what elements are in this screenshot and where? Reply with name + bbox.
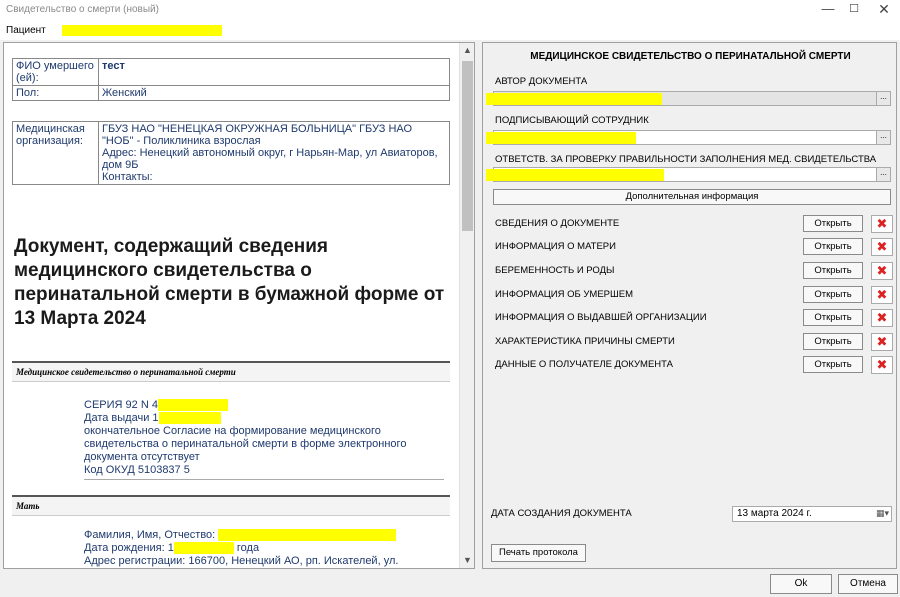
section-label: ХАРАКТЕРИСТИКА ПРИЧИНЫ СМЕРТИ — [495, 336, 675, 347]
delete-icon[interactable]: ✖ — [871, 215, 893, 233]
mother-name-line: Фамилия, Имя, Отчество: — [84, 529, 444, 542]
open-button[interactable]: Открыть — [803, 333, 863, 350]
author-field[interactable]: ... — [486, 91, 891, 106]
scroll-up-icon[interactable]: ▲ — [460, 43, 474, 58]
creation-date-value: 13 марта 2024 г. — [737, 508, 812, 519]
scroll-down-icon[interactable]: ▼ — [460, 553, 474, 568]
form-panel: МЕДИЦИНСКОЕ СВИДЕТЕЛЬСТВО О ПЕРИНАТАЛЬНО… — [482, 42, 897, 569]
organization-name: ГБУЗ НАО "НЕНЕЦКАЯ ОКРУЖНАЯ БОЛЬНИЦА" ГБ… — [102, 123, 413, 147]
form-title: МЕДИЦИНСКОЕ СВИДЕТЕЛЬСТВО О ПЕРИНАТАЛЬНО… — [530, 51, 851, 62]
section-label: ИНФОРМАЦИЯ ОБ УМЕРШЕМ — [495, 289, 633, 300]
section-row-mother-info: ИНФОРМАЦИЯ О МАТЕРИ Открыть ✖ — [495, 238, 895, 256]
open-button[interactable]: Открыть — [803, 238, 863, 255]
additional-info-button[interactable]: Дополнительная информация — [493, 189, 891, 205]
section-title-certificate: Медицинское свидетельство о перинатально… — [12, 361, 450, 382]
document-viewer[interactable]: ФИО умершего (ей): тест Пол: Женский Мед… — [3, 42, 475, 569]
responsible-field[interactable]: ... — [486, 167, 891, 182]
close-icon[interactable]: ✕ — [866, 0, 900, 20]
section-title-mother: Мать — [12, 495, 450, 516]
signer-redacted — [486, 132, 636, 144]
signer-label: ПОДПИСЫВАЮЩИЙ СОТРУДНИК — [495, 115, 649, 126]
deceased-info-table: ФИО умершего (ей): тест Пол: Женский — [12, 58, 450, 101]
open-button[interactable]: Открыть — [803, 215, 863, 232]
section-label: ИНФОРМАЦИЯ О ВЫДАВШЕЙ ОРГАНИЗАЦИИ — [495, 312, 707, 323]
section-row-deceased-info: ИНФОРМАЦИЯ ОБ УМЕРШЕМ Открыть ✖ — [495, 286, 895, 304]
mother-block: Фамилия, Имя, Отчество: Дата рождения: 1… — [84, 529, 444, 568]
delete-icon[interactable]: ✖ — [871, 356, 893, 374]
creation-date-picker[interactable]: 13 марта 2024 г. ▦▾ — [732, 506, 892, 522]
section-label: ДАННЫЕ О ПОЛУЧАТЕЛЕ ДОКУМЕНТА — [495, 359, 673, 370]
open-button[interactable]: Открыть — [803, 309, 863, 326]
sex-key: Пол: — [12, 85, 99, 101]
organization-contacts: Контакты: — [102, 171, 153, 183]
author-redacted — [486, 93, 662, 105]
consent-text: окончательное Согласие на формирование м… — [84, 425, 407, 463]
section-label: БЕРЕМЕННОСТЬ И РОДЫ — [495, 265, 615, 276]
okud-code: Код ОКУД 5103837 5 — [84, 464, 190, 476]
section-row-document-info: СВЕДЕНИЯ О ДОКУМЕНТЕ Открыть ✖ — [495, 215, 895, 233]
calendar-dropdown-icon[interactable]: ▦▾ — [876, 508, 889, 519]
open-button[interactable]: Открыть — [803, 286, 863, 303]
deceased-name-key: ФИО умершего (ей): — [12, 58, 99, 86]
title-bar: Свидетельство о смерти (новый) — ☐ ✕ — [0, 0, 900, 20]
table-row: Пол: Женский — [12, 85, 450, 101]
patient-name-redacted — [62, 25, 222, 36]
delete-icon[interactable]: ✖ — [871, 333, 893, 351]
author-browse-button[interactable]: ... — [876, 92, 890, 105]
section-row-death-cause: ХАРАКТЕРИСТИКА ПРИЧИНЫ СМЕРТИ Открыть ✖ — [495, 333, 895, 351]
section-row-pregnancy: БЕРЕМЕННОСТЬ И РОДЫ Открыть ✖ — [495, 262, 895, 280]
table-row: ФИО умершего (ей): тест — [12, 58, 450, 86]
document-scrollbar[interactable]: ▲ ▼ — [459, 43, 474, 568]
print-protocol-button[interactable]: Печать протокола — [491, 544, 586, 562]
creation-date-label: ДАТА СОЗДАНИЯ ДОКУМЕНТА — [491, 508, 632, 519]
patient-label: Пациент — [6, 25, 46, 36]
sex-value: Женский — [98, 85, 450, 101]
organization-key: Медицинская организация: — [12, 121, 99, 185]
table-row: Медицинская организация: ГБУЗ НАО "НЕНЕЦ… — [12, 121, 450, 185]
mother-address-line: Адрес регистрации: 166700, Ненецкий АО, … — [84, 555, 399, 567]
signer-field[interactable]: ... — [486, 130, 891, 145]
responsible-label: ОТВЕТСТВ. ЗА ПРОВЕРКУ ПРАВИЛЬНОСТИ ЗАПОЛ… — [495, 154, 877, 165]
ok-button[interactable]: Ok — [770, 574, 832, 594]
open-button[interactable]: Открыть — [803, 356, 863, 373]
delete-icon[interactable]: ✖ — [871, 309, 893, 327]
delete-icon[interactable]: ✖ — [871, 262, 893, 280]
issue-date-line: Дата выдачи 1 — [84, 412, 444, 425]
deceased-name-value: тест — [98, 58, 450, 86]
document-heading: Документ, содержащий сведения медицинско… — [14, 236, 445, 329]
document-content: ФИО умершего (ей): тест Пол: Женский Мед… — [4, 43, 459, 568]
signer-browse-button[interactable]: ... — [876, 131, 890, 144]
open-button[interactable]: Открыть — [803, 262, 863, 279]
delete-icon[interactable]: ✖ — [871, 286, 893, 304]
window-title: Свидетельство о смерти (новый) — [6, 4, 159, 15]
organization-table: Медицинская организация: ГБУЗ НАО "НЕНЕЦ… — [12, 121, 450, 185]
certificate-block: СЕРИЯ 92 N 4 Дата выдачи 1 окончательное… — [84, 399, 444, 480]
organization-value: ГБУЗ НАО "НЕНЕЦКАЯ ОКРУЖНАЯ БОЛЬНИЦА" ГБ… — [98, 121, 450, 185]
author-label: АВТОР ДОКУМЕНТА — [495, 76, 588, 87]
section-label: СВЕДЕНИЯ О ДОКУМЕНТЕ — [495, 218, 620, 229]
cancel-button[interactable]: Отмена — [838, 574, 898, 594]
series-line: СЕРИЯ 92 N 4 — [84, 399, 444, 412]
responsible-browse-button[interactable]: ... — [876, 168, 890, 181]
scroll-thumb[interactable] — [462, 61, 473, 231]
section-label: ИНФОРМАЦИЯ О МАТЕРИ — [495, 241, 616, 252]
delete-icon[interactable]: ✖ — [871, 238, 893, 256]
organization-address: Адрес: Ненецкий автономный округ, г Нарь… — [102, 147, 438, 171]
patient-bar: Пациент — [0, 20, 900, 40]
section-row-issuing-org: ИНФОРМАЦИЯ О ВЫДАВШЕЙ ОРГАНИЗАЦИИ Открыт… — [495, 309, 895, 327]
mother-birth-line: Дата рождения: 1 года — [84, 542, 260, 555]
section-row-recipient: ДАННЫЕ О ПОЛУЧАТЕЛЕ ДОКУМЕНТА Открыть ✖ — [495, 356, 895, 374]
responsible-redacted — [486, 169, 664, 181]
